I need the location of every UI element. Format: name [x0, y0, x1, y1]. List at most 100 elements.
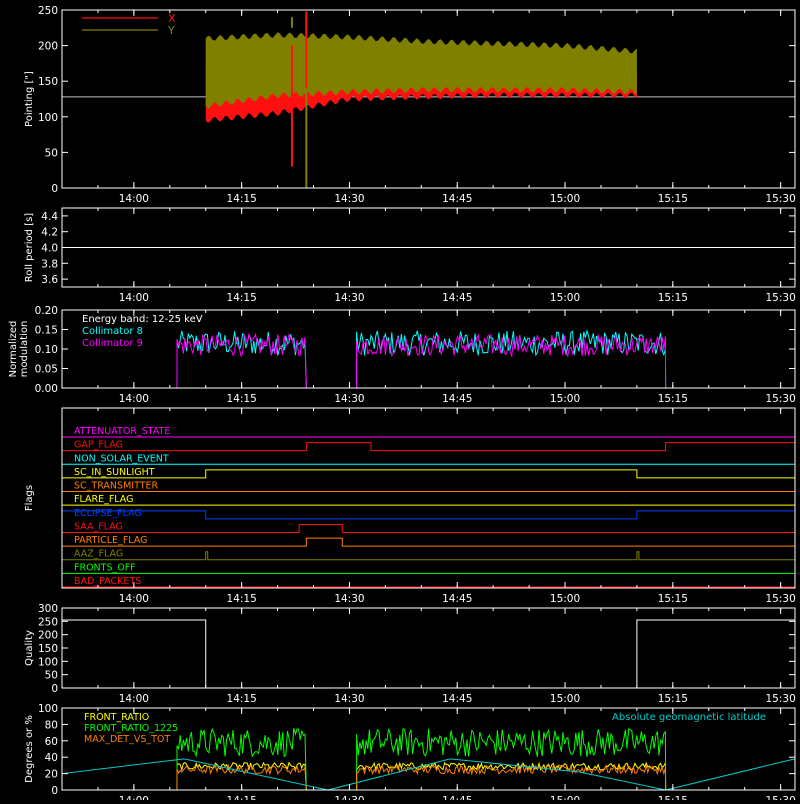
- y-tick-label: 20: [45, 769, 58, 781]
- flag-line-eclipse-flag: [62, 510, 795, 520]
- x-tick-label: 15:30: [765, 193, 795, 205]
- legend-label-max-det-vs-tot: MAX_DET_VS_TOT: [84, 734, 170, 745]
- x-tick-label: 15:30: [765, 593, 795, 605]
- geomagnetic-latitude-annotation: Absolute geomagnetic latitude: [612, 712, 766, 723]
- y-axis-label: Pointing ["]: [24, 71, 35, 127]
- flag-label-bad-packets: BAD_PACKETS: [74, 576, 141, 587]
- x-tick-label: 15:30: [765, 795, 795, 800]
- y-tick-label: 40: [45, 752, 58, 764]
- x-tick-label: 14:00: [119, 593, 149, 605]
- x-tick-label: 14:45: [442, 593, 472, 605]
- x-tick-label: 14:45: [442, 292, 472, 304]
- panel-3: Energy band: 12-25 keVCollimator 8Collim…: [8, 305, 796, 405]
- y-tick-label: 4.2: [41, 227, 58, 239]
- x-tick-label: 15:15: [658, 292, 688, 304]
- panel-4: ATTENUATOR_STATE GAP_FLAG NON_SOLAR_EVENT S…: [24, 407, 796, 605]
- x-tick-label: 14:00: [119, 693, 149, 705]
- series-collimator-9: [62, 332, 795, 388]
- panel-6: FRONT_RATIOFRONT_RATIO_1225MAX_DET_VS_TO…: [24, 703, 796, 804]
- plot-area: [62, 11, 795, 188]
- y-tick-label: 0: [51, 183, 58, 195]
- x-tick-label: 14:30: [334, 795, 364, 800]
- legend-label-collimator-9: Collimator 9: [82, 338, 143, 349]
- chart-stage: X Y 14:00 14:15 14:30 14:45 15:00 15:15 15:30 0 50…: [0, 0, 800, 804]
- y-tick-label: 250: [38, 5, 58, 17]
- legend-label-y: Y: [167, 24, 175, 37]
- series-geomagnetic-latitude: [62, 758, 795, 790]
- y-tick-label: 100: [38, 703, 58, 715]
- y-tick-label: 0: [51, 785, 58, 797]
- y-tick-label: 60: [45, 736, 58, 748]
- y-tick-label: 0: [51, 683, 58, 695]
- y-tick-label: 100: [38, 112, 58, 124]
- flag-label-sc-transmitter: SC_TRANSMITTER: [74, 481, 159, 492]
- flag-line-gap-flag: [62, 442, 795, 452]
- y-tick-label: 0.10: [35, 344, 58, 356]
- x-tick-label: 14:45: [442, 393, 472, 405]
- flag-label-eclipse-flag: ECLIPSE_FLAG: [74, 508, 142, 519]
- y-tick-label: 0.00: [35, 383, 58, 395]
- flag-label-non-solar-event: NON_SOLAR_EVENT: [74, 453, 169, 464]
- flag-label-attenuator-state: ATTENUATOR_STATE: [74, 426, 170, 437]
- y-tick-label: 50: [45, 670, 58, 682]
- flag-label-sc-in-sunlight: SC_IN_SUNLIGHT: [74, 467, 155, 478]
- flag-line-aaz-flag: [62, 551, 795, 561]
- x-tick-label: 14:00: [119, 292, 149, 304]
- x-tick-label: 14:15: [227, 795, 257, 800]
- x-tick-label: 14:15: [227, 292, 257, 304]
- y-tick-label: 0.20: [35, 305, 58, 317]
- flag-line-sc-in-sunlight: [62, 469, 795, 479]
- x-tick-label: 15:00: [550, 292, 580, 304]
- x-tick-label: 15:15: [658, 693, 688, 705]
- x-tick-label: 14:30: [334, 393, 364, 405]
- x-tick-label: 14:45: [442, 193, 472, 205]
- x-tick-label: 15:00: [550, 795, 580, 800]
- panel-frame: [61, 407, 796, 589]
- y-tick-label: 150: [38, 76, 58, 88]
- y-tick-label: 0.15: [35, 325, 58, 337]
- flag-line-saa-flag: [62, 523, 795, 533]
- x-tick-label: 14:15: [227, 193, 257, 205]
- y-tick-label: 150: [38, 643, 58, 655]
- x-tick-label: 14:00: [119, 795, 149, 800]
- x-tick-label: 15:00: [550, 693, 580, 705]
- x-tick-label: 14:45: [442, 693, 472, 705]
- panel-5: 14:00 14:15 14:30 14:45 15:00 15:15 15:30 050 10…: [24, 603, 796, 705]
- x-tick-label: 15:00: [550, 593, 580, 605]
- x-tick-label: 15:15: [658, 795, 688, 800]
- x-tick-label: 14:30: [334, 193, 364, 205]
- series-front-ratio-1225: [62, 727, 795, 790]
- legend-label-front-ratio: FRONT_RATIO: [84, 712, 149, 723]
- x-tick-label: 15:00: [550, 393, 580, 405]
- y-axis-label: Roll period [s]: [24, 213, 35, 282]
- legend-label-collimator-8: Collimator 8: [82, 326, 143, 337]
- flag-line-particle-flag: [62, 537, 795, 547]
- x-tick-label: 15:15: [658, 193, 688, 205]
- y-axis-label: Normalized: [8, 321, 19, 378]
- flag-label-gap-flag: GAP_FLAG: [74, 440, 123, 451]
- y-tick-label: 4.0: [41, 243, 58, 255]
- x-tick-label: 14:30: [334, 693, 364, 705]
- y-tick-label: 200: [38, 41, 58, 53]
- x-tick-label: 15:15: [658, 393, 688, 405]
- plot-area: [62, 727, 795, 790]
- flag-label-fronts-off: FRONTS_OFF: [74, 562, 136, 573]
- x-tick-label: 15:30: [765, 693, 795, 705]
- series-collimator-8: [62, 328, 795, 388]
- y-tick-label: 300: [38, 603, 58, 615]
- y-axis-label: Quality: [24, 630, 35, 666]
- x-tick-label: 15:15: [658, 593, 688, 605]
- series-front-ratio: [62, 761, 795, 790]
- x-tick-label: 15:00: [550, 193, 580, 205]
- x-tick-label: 15:30: [765, 393, 795, 405]
- flag-label-flare-flag: FLARE_FLAG: [74, 494, 134, 505]
- y-tick-label: 50: [45, 147, 58, 159]
- x-tick-label: 14:30: [334, 593, 364, 605]
- y-tick-label: 80: [45, 719, 58, 731]
- y-tick-label: 100: [38, 656, 58, 668]
- x-tick-label: 14:15: [227, 693, 257, 705]
- x-tick-label: 14:00: [119, 193, 149, 205]
- y-tick-label: 200: [38, 630, 58, 642]
- y-axis-label: modulation: [19, 321, 30, 378]
- y-axis-label: Degrees or %: [24, 715, 35, 783]
